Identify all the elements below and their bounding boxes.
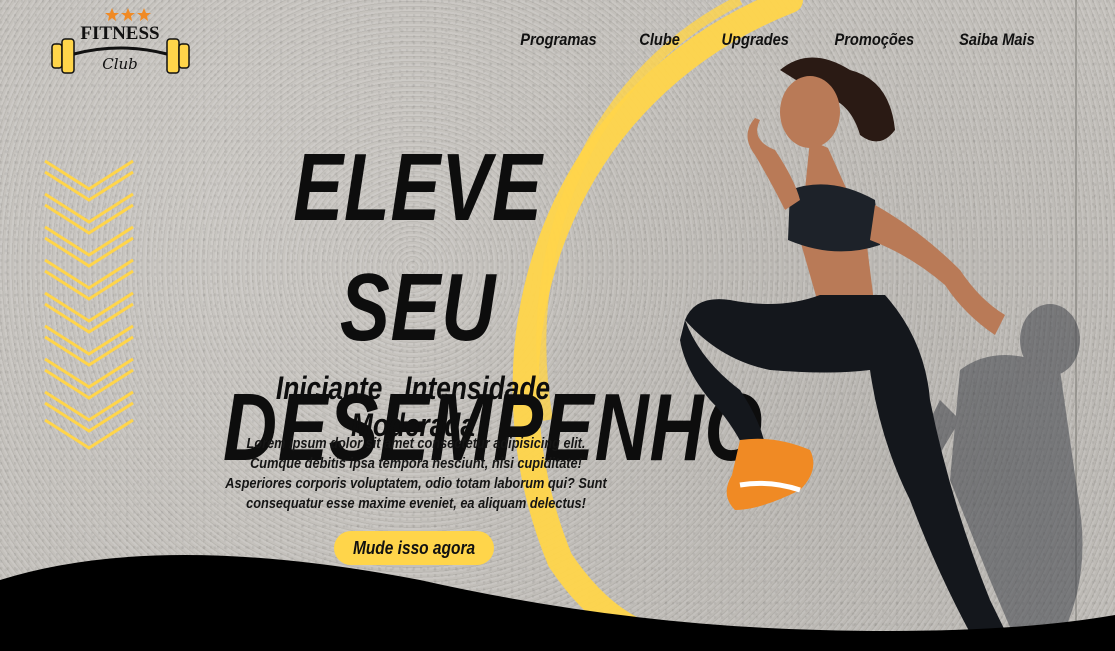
star-icon <box>105 8 119 21</box>
cta-button-label: Mude isso agora <box>352 537 476 558</box>
hero-description: Lorem ipsum dolor sit amet consectetur a… <box>196 434 636 514</box>
hero-section: FITNESS Club Programas Clube Upgrades Pr… <box>0 0 1115 651</box>
hero-subtitle-text: Iniciante . Intensidade Moderada <box>275 370 551 443</box>
star-icon <box>121 8 135 21</box>
star-icon <box>137 8 151 21</box>
logo-top-text: FITNESS <box>80 23 160 44</box>
logo-script-text: Club <box>102 55 138 73</box>
nav-item-programas[interactable]: Programas <box>520 30 596 50</box>
cta-button[interactable]: Mude isso agora <box>334 531 494 565</box>
headline-line-1: ELEVE SEU <box>293 134 543 361</box>
hero-description-text: Lorem ipsum dolor sit amet consectetur a… <box>225 436 607 512</box>
fitness-club-logo[interactable]: FITNESS Club <box>48 6 193 78</box>
chevron-down-icon <box>44 159 134 450</box>
bottom-wave <box>0 555 1115 651</box>
hero-subtitle: Iniciante . Intensidade Moderada <box>168 370 658 444</box>
